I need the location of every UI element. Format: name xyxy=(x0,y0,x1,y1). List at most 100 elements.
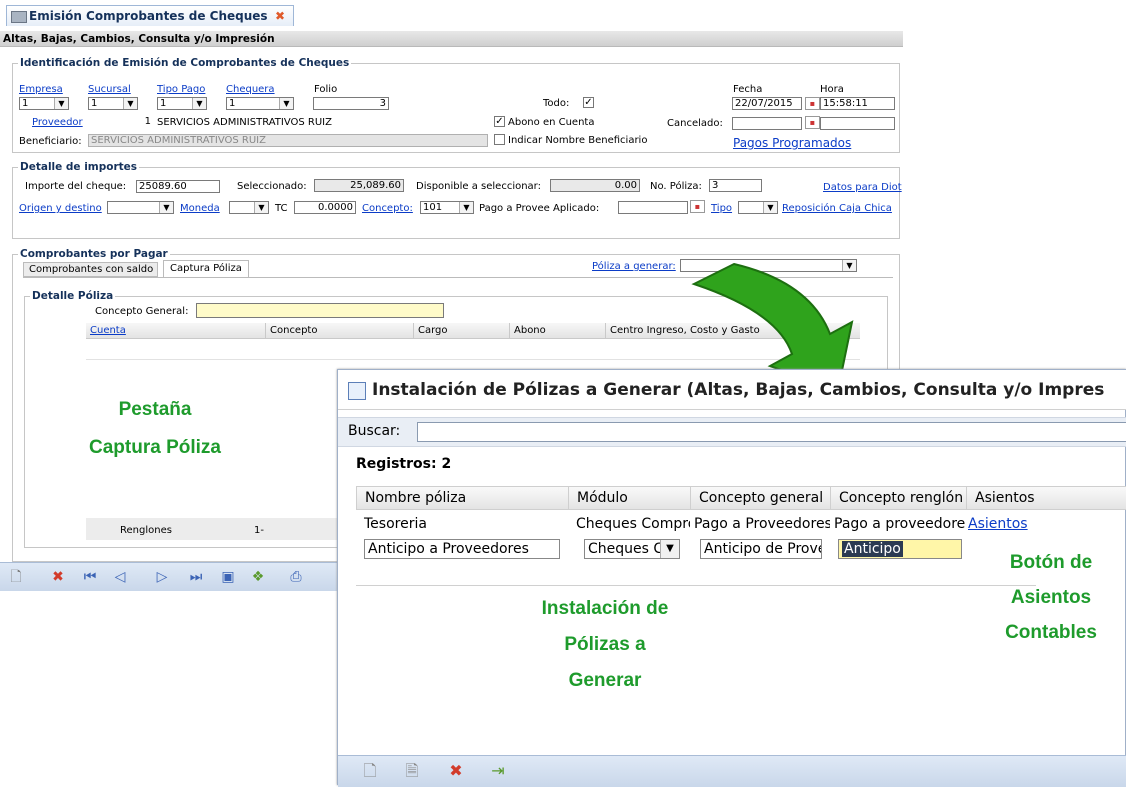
empresa-select[interactable]: 1 ▼ xyxy=(19,97,69,110)
indicar-beneficiario-checkbox[interactable] xyxy=(494,134,505,145)
proveedor-name: SERVICIOS ADMINISTRATIVOS RUIZ xyxy=(157,117,332,128)
chevron-down-icon: ▼ xyxy=(254,202,268,213)
delete-icon[interactable]: ✖ xyxy=(446,763,466,783)
tipo-select[interactable]: ▼ xyxy=(738,201,778,214)
search-input[interactable] xyxy=(417,422,1126,442)
asientos-link[interactable]: Asientos xyxy=(966,512,1046,536)
col-cuenta[interactable]: Cuenta xyxy=(86,323,266,338)
sucursal-link[interactable]: Sucursal xyxy=(88,84,131,95)
cell-concepto-renglon: Pago a proveedores xyxy=(834,516,966,532)
col-cuenta-label: Cuenta xyxy=(90,325,126,336)
tipo-link[interactable]: Tipo xyxy=(711,203,732,214)
annotation-boton-line1: Botón de xyxy=(1009,552,1093,573)
poliza-generar-link[interactable]: Póliza a generar: xyxy=(592,261,676,272)
col-concepto-label: Concepto xyxy=(270,325,318,336)
importe-input[interactable]: 25089.60 xyxy=(136,180,220,193)
sucursal-select[interactable]: 1 ▼ xyxy=(88,97,138,110)
renglones-label: Renglones xyxy=(120,525,172,536)
pagos-programados-link[interactable]: Pagos Programados xyxy=(733,136,851,150)
window-icon xyxy=(348,382,366,400)
concepto-general-input[interactable] xyxy=(196,303,444,318)
search-label: Buscar: xyxy=(348,423,401,439)
close-icon[interactable]: ✖ xyxy=(275,6,285,27)
detalle-poliza-legend: Detalle Póliza xyxy=(30,290,116,302)
chevron-down-icon: ▼ xyxy=(192,98,206,109)
nombre-poliza-input[interactable]: Anticipo a Proveedores xyxy=(364,539,560,559)
delete-icon[interactable]: ✖ xyxy=(50,569,66,585)
concepto-general-input[interactable]: Anticipo de Prove xyxy=(700,539,822,559)
print-icon[interactable]: ⎙ xyxy=(288,569,304,585)
tab-captura-poliza[interactable]: Captura Póliza xyxy=(163,260,249,278)
next-icon[interactable]: ▷ xyxy=(154,569,170,585)
origen-destino-select[interactable]: ▼ xyxy=(107,201,174,214)
tab-comprobantes-con-saldo[interactable]: Comprobantes con saldo xyxy=(23,262,158,277)
chequera-link[interactable]: Chequera xyxy=(226,84,275,95)
calendar-icon[interactable]: ▪ xyxy=(805,116,820,129)
folio-input[interactable]: 3 xyxy=(313,97,389,110)
concepto-select[interactable]: 101 ▼ xyxy=(420,201,474,214)
comprobantes-legend: Comprobantes por Pagar xyxy=(18,248,170,260)
renglones-value: 1- xyxy=(254,525,264,536)
datos-diot-link[interactable]: Datos para Diot xyxy=(823,182,902,193)
ident-legend: Identificación de Emisión de Comprobante… xyxy=(18,57,352,69)
save-icon[interactable]: ▣ xyxy=(220,569,236,585)
disponible-value: 0.00 xyxy=(550,179,640,192)
cancelado-input[interactable] xyxy=(732,117,802,130)
exit-icon[interactable]: ⇥ xyxy=(488,763,508,783)
concepto-link[interactable]: Concepto: xyxy=(362,203,413,214)
hora-label: Hora xyxy=(820,84,844,95)
no-poliza-label: No. Póliza: xyxy=(650,181,702,192)
indicar-beneficiario-label: Indicar Nombre Beneficiario xyxy=(508,135,648,146)
document-icon[interactable]: 🗋 xyxy=(8,569,24,585)
empresa-link[interactable]: Empresa xyxy=(19,84,63,95)
tipo-pago-link[interactable]: Tipo Pago xyxy=(157,84,205,95)
new-document-icon[interactable]: 🗋 xyxy=(360,763,380,783)
aplicado-input[interactable] xyxy=(618,201,688,214)
no-poliza-input[interactable]: 3 xyxy=(709,179,762,192)
calendar-icon[interactable]: ▪ xyxy=(690,200,705,213)
moneda-select[interactable]: ▼ xyxy=(229,201,269,214)
checkbook-icon xyxy=(11,11,27,23)
col-cargo-label: Cargo xyxy=(418,325,448,336)
annotation-pestana: Pestaña Captura Póliza xyxy=(40,391,270,467)
cancelado-hora-input[interactable] xyxy=(820,117,895,130)
chevron-down-icon: ▼ xyxy=(660,540,679,558)
chequera-select[interactable]: 1 ▼ xyxy=(226,97,294,110)
cancelado-label: Cancelado: xyxy=(667,118,723,129)
todo-checkbox[interactable]: ✓ xyxy=(583,97,594,108)
col-concepto-general: Concepto general xyxy=(691,487,831,509)
annotation-instalacion-line3: Generar xyxy=(568,670,642,691)
window-tab[interactable]: Emisión Comprobantes de Cheques ✖ xyxy=(6,5,294,26)
abono-checkbox[interactable]: ✓ xyxy=(494,116,505,127)
first-icon[interactable]: ⏮ xyxy=(82,569,98,585)
col-nombre-label: Nombre póliza xyxy=(365,490,467,506)
tc-input[interactable]: 0.0000 xyxy=(294,201,356,214)
polizas-window-title: Instalación de Pólizas a Generar (Altas,… xyxy=(338,370,1126,410)
document-icon[interactable]: 🗎 xyxy=(402,763,422,783)
annotation-instalacion-line1: Instalación de xyxy=(541,598,669,619)
chevron-down-icon: ▼ xyxy=(54,98,68,109)
moneda-link[interactable]: Moneda xyxy=(180,203,220,214)
modulo-select[interactable]: Cheques C ▼ xyxy=(584,539,680,559)
calendar-icon[interactable]: ▪ xyxy=(805,97,820,110)
reposicion-caja-chica-link[interactable]: Reposición Caja Chica xyxy=(782,203,892,214)
tipo-pago-select[interactable]: 1 ▼ xyxy=(157,97,207,110)
proveedor-number-input[interactable]: 1 xyxy=(89,116,153,129)
fecha-input[interactable]: 22/07/2015 xyxy=(732,97,802,110)
table-row[interactable]: Tesoreria Cheques Comprob Pago a Proveed… xyxy=(356,512,1126,536)
hora-input[interactable]: 15:58:11 xyxy=(820,97,895,110)
origen-destino-link[interactable]: Origen y destino xyxy=(19,203,102,214)
proveedor-link[interactable]: Proveedor xyxy=(32,117,83,128)
beneficiario-input[interactable]: SERVICIOS ADMINISTRATIVOS RUIZ xyxy=(88,134,488,147)
export-icon[interactable]: ❖ xyxy=(250,569,266,585)
concepto-renglon-input[interactable]: Anticipo xyxy=(838,539,962,559)
chequera-value: 1 xyxy=(229,98,236,109)
col-abono: Abono xyxy=(510,323,606,338)
last-icon[interactable]: ⏭ xyxy=(188,569,204,585)
polizas-toolbar: 🗋 🗎 ✖ ⇥ xyxy=(338,755,1126,787)
prev-icon[interactable]: ◁ xyxy=(112,569,128,585)
sucursal-value: 1 xyxy=(91,98,98,109)
col-concepto-general-label: Concepto general xyxy=(699,490,824,506)
tc-label: TC xyxy=(275,203,288,214)
disponible-label: Disponible a seleccionar: xyxy=(416,181,541,192)
